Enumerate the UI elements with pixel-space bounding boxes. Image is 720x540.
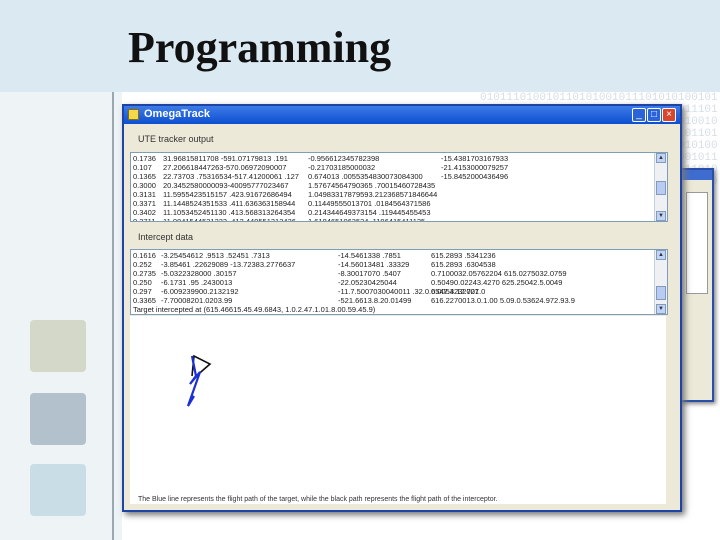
app-icon bbox=[128, 109, 139, 120]
list-cell: 1.57674564790365 .70015460728435 bbox=[308, 181, 436, 190]
list-cell: 0.2735 bbox=[133, 269, 156, 278]
list-cell: 616.2270013.0.1.00 5.09.0.53624.972.93.9 bbox=[431, 296, 575, 305]
list-cell: -7.70008201.0203.99 bbox=[161, 296, 233, 305]
list-cell: -15.8452000436496 bbox=[441, 172, 509, 181]
list-cell: 1.04983317879593.212368571846644 bbox=[308, 190, 438, 199]
scroll-up-icon[interactable]: ▲ bbox=[656, 250, 666, 260]
scroll-down-icon[interactable]: ▼ bbox=[656, 211, 666, 221]
list-cell: -6.009239900.2132192 bbox=[161, 287, 239, 296]
list-cell: -3.85461 .22629089 -13.72383.2776637 bbox=[161, 260, 296, 269]
list-cell: 0.3365 bbox=[133, 296, 156, 305]
plot-caption: The Blue line represents the flight path… bbox=[138, 496, 498, 503]
list-row[interactable]: 0.3000 20.3452580000093-40095777023467 1.5… bbox=[133, 181, 653, 190]
list-row[interactable]: 0.1736 31.96815811708 -591.07179813 .191 -… bbox=[133, 154, 653, 163]
list-cell: 0.3000 bbox=[133, 181, 156, 190]
list-cell: 615.2893 .6304538 bbox=[431, 260, 496, 269]
minimize-button[interactable]: _ bbox=[632, 108, 646, 122]
list-cell: 0.297 bbox=[133, 287, 152, 296]
list-cell: 0.107 bbox=[133, 163, 152, 172]
list-cell: 31.96815811708 -591.07179813 .191 bbox=[163, 154, 288, 163]
tracker-output-list[interactable]: 0.1736 31.96815811708 -591.07179813 .191 -… bbox=[130, 152, 668, 222]
list-cell: 0.252 bbox=[133, 260, 152, 269]
list-cell: 0.3371 bbox=[133, 199, 156, 208]
list-row[interactable]: Target intercepted at (615.46615.45.49.6… bbox=[133, 305, 653, 314]
tracker-output-label: UTE tracker output bbox=[138, 134, 214, 144]
intercept-scrollbar[interactable]: ▲ ▼ bbox=[654, 250, 667, 314]
scroll-thumb[interactable] bbox=[656, 286, 666, 300]
intercept-rows: 0.1616 -3.25454612 .9513 .52451 .7313 -14.… bbox=[133, 251, 653, 314]
list-cell: -21.4153000079257 bbox=[441, 163, 509, 172]
list-row[interactable]: 0.3131 11.5955423515157 .423.91672686494 1… bbox=[133, 190, 653, 199]
list-cell: 0.250 bbox=[133, 278, 152, 287]
list-cell: 615.2893 .5341236 bbox=[431, 251, 496, 260]
list-cell: 11.5955423515157 .423.91672686494 bbox=[163, 190, 292, 199]
decorative-line bbox=[112, 92, 114, 540]
tracker-rows: 0.1736 31.96815811708 -591.07179813 .191 -… bbox=[133, 154, 653, 222]
list-cell: -3.25454612 .9513 .52451 .7313 bbox=[161, 251, 270, 260]
list-cell: -15.4381703167933 bbox=[441, 154, 509, 163]
list-cell: 22.73703 .75316534-517.41200061 .127 bbox=[163, 172, 299, 181]
list-row[interactable]: 0.3711 11.0841544531233 .413.449551312436… bbox=[133, 217, 653, 222]
list-cell: -8.30017070 .5407 bbox=[338, 269, 401, 278]
window-title: OmegaTrack bbox=[144, 108, 211, 120]
list-cell: 20.3452580000093-40095777023467 bbox=[163, 181, 289, 190]
list-cell: 0.674013 .0055354830073084300 bbox=[308, 172, 423, 181]
intercept-data-list[interactable]: 0.1616 -3.25454612 .9513 .52451 .7313 -14.… bbox=[130, 249, 668, 315]
list-cell: 11.1053452451130 .413.568313264354 bbox=[163, 208, 296, 217]
flight-path-canvas: The Blue line represents the flight path… bbox=[130, 316, 666, 504]
list-row[interactable]: 0.1365 22.73703 .75316534-517.41200061 .1… bbox=[133, 172, 653, 181]
omega-track-window[interactable]: OmegaTrack _ □ × UTE tracker output 0.17… bbox=[122, 104, 682, 512]
list-cell: -521.6613.8.20.01499 bbox=[338, 296, 412, 305]
list-cell: 0.0054232027 bbox=[431, 287, 479, 296]
scroll-down-icon[interactable]: ▼ bbox=[656, 304, 666, 314]
flight-path-plot bbox=[186, 354, 212, 407]
decorative-square bbox=[30, 393, 86, 445]
list-cell: 0.1616 bbox=[133, 251, 156, 260]
slide-title: Programming bbox=[128, 23, 392, 72]
background-window-pane bbox=[686, 192, 708, 294]
list-row[interactable]: 0.252 -3.85461 .22629089 -13.72383.277663… bbox=[133, 260, 653, 269]
list-row[interactable]: 0.3371 11.1448524351533 .411.636363158944… bbox=[133, 199, 653, 208]
intercept-data-label: Intercept data bbox=[138, 232, 194, 242]
list-row[interactable]: 0.1616 -3.25454612 .9513 .52451 .7313 -14.… bbox=[133, 251, 653, 260]
list-cell: 0.7100032.05762204 615.0275032.0759 bbox=[431, 269, 567, 278]
list-cell: 0.3402 bbox=[133, 208, 156, 217]
list-cell: -14.5461338 .7851 bbox=[338, 251, 401, 260]
list-row[interactable]: 0.297 -6.009239900.2132192 -11.7.500703004… bbox=[133, 287, 653, 296]
maximize-button[interactable]: □ bbox=[647, 108, 661, 122]
decorative-square bbox=[30, 464, 86, 516]
list-cell: 1.6184651063534 .1196415411125 bbox=[308, 217, 426, 222]
list-cell: 0.50490.02243.4270 625.25042.5.0049 bbox=[431, 278, 563, 287]
list-cell: 0.1736 bbox=[133, 154, 156, 163]
list-cell: 0.11449555013701 .0184564371586 bbox=[308, 199, 431, 208]
list-cell: 0.3711 bbox=[133, 217, 156, 222]
list-cell: 0.214344649373154 .119445455453 bbox=[308, 208, 431, 217]
target-path bbox=[186, 355, 202, 407]
close-button[interactable]: × bbox=[662, 108, 676, 122]
list-cell: 11.0841544531233 .413.449551312436 bbox=[163, 217, 296, 222]
scroll-thumb[interactable] bbox=[656, 181, 666, 195]
list-row[interactable]: 0.107 27.206618447263-570.06972090007 -0.2… bbox=[133, 163, 653, 172]
list-row[interactable]: 0.3365 -7.70008201.0203.99 -521.6613.8.20.… bbox=[133, 296, 653, 305]
scroll-up-icon[interactable]: ▲ bbox=[656, 153, 666, 163]
decorative-square bbox=[30, 320, 86, 372]
tracker-scrollbar[interactable]: ▲ ▼ bbox=[654, 153, 667, 221]
list-cell: -0.956612345782398 bbox=[308, 154, 380, 163]
list-cell: -0.21703185000032 bbox=[308, 163, 376, 172]
list-cell: -14.56013481 .33329 bbox=[338, 260, 410, 269]
list-row[interactable]: 0.3402 11.1053452451130 .413.568313264354… bbox=[133, 208, 653, 217]
list-cell: -22.05230425044 bbox=[338, 278, 397, 287]
list-cell: 27.206618447263-570.06972090007 bbox=[163, 163, 287, 172]
list-cell: -5.0322328000 .30157 bbox=[161, 269, 237, 278]
list-row[interactable]: 0.2735 -5.0322328000 .30157 -8.30017070 .5… bbox=[133, 269, 653, 278]
list-cell: 0.1365 bbox=[133, 172, 156, 181]
list-row[interactable]: 0.250 -6.1731 .95 .2430013 -22.05230425044… bbox=[133, 278, 653, 287]
list-cell: -6.1731 .95 .2430013 bbox=[161, 278, 233, 287]
list-cell: 11.1448524351533 .411.636363158944 bbox=[163, 199, 296, 208]
list-cell: 0.3131 bbox=[133, 190, 156, 199]
window-titlebar[interactable]: OmegaTrack _ □ × bbox=[124, 106, 680, 124]
list-cell: Target intercepted at (615.46615.45.49.6… bbox=[133, 305, 376, 314]
